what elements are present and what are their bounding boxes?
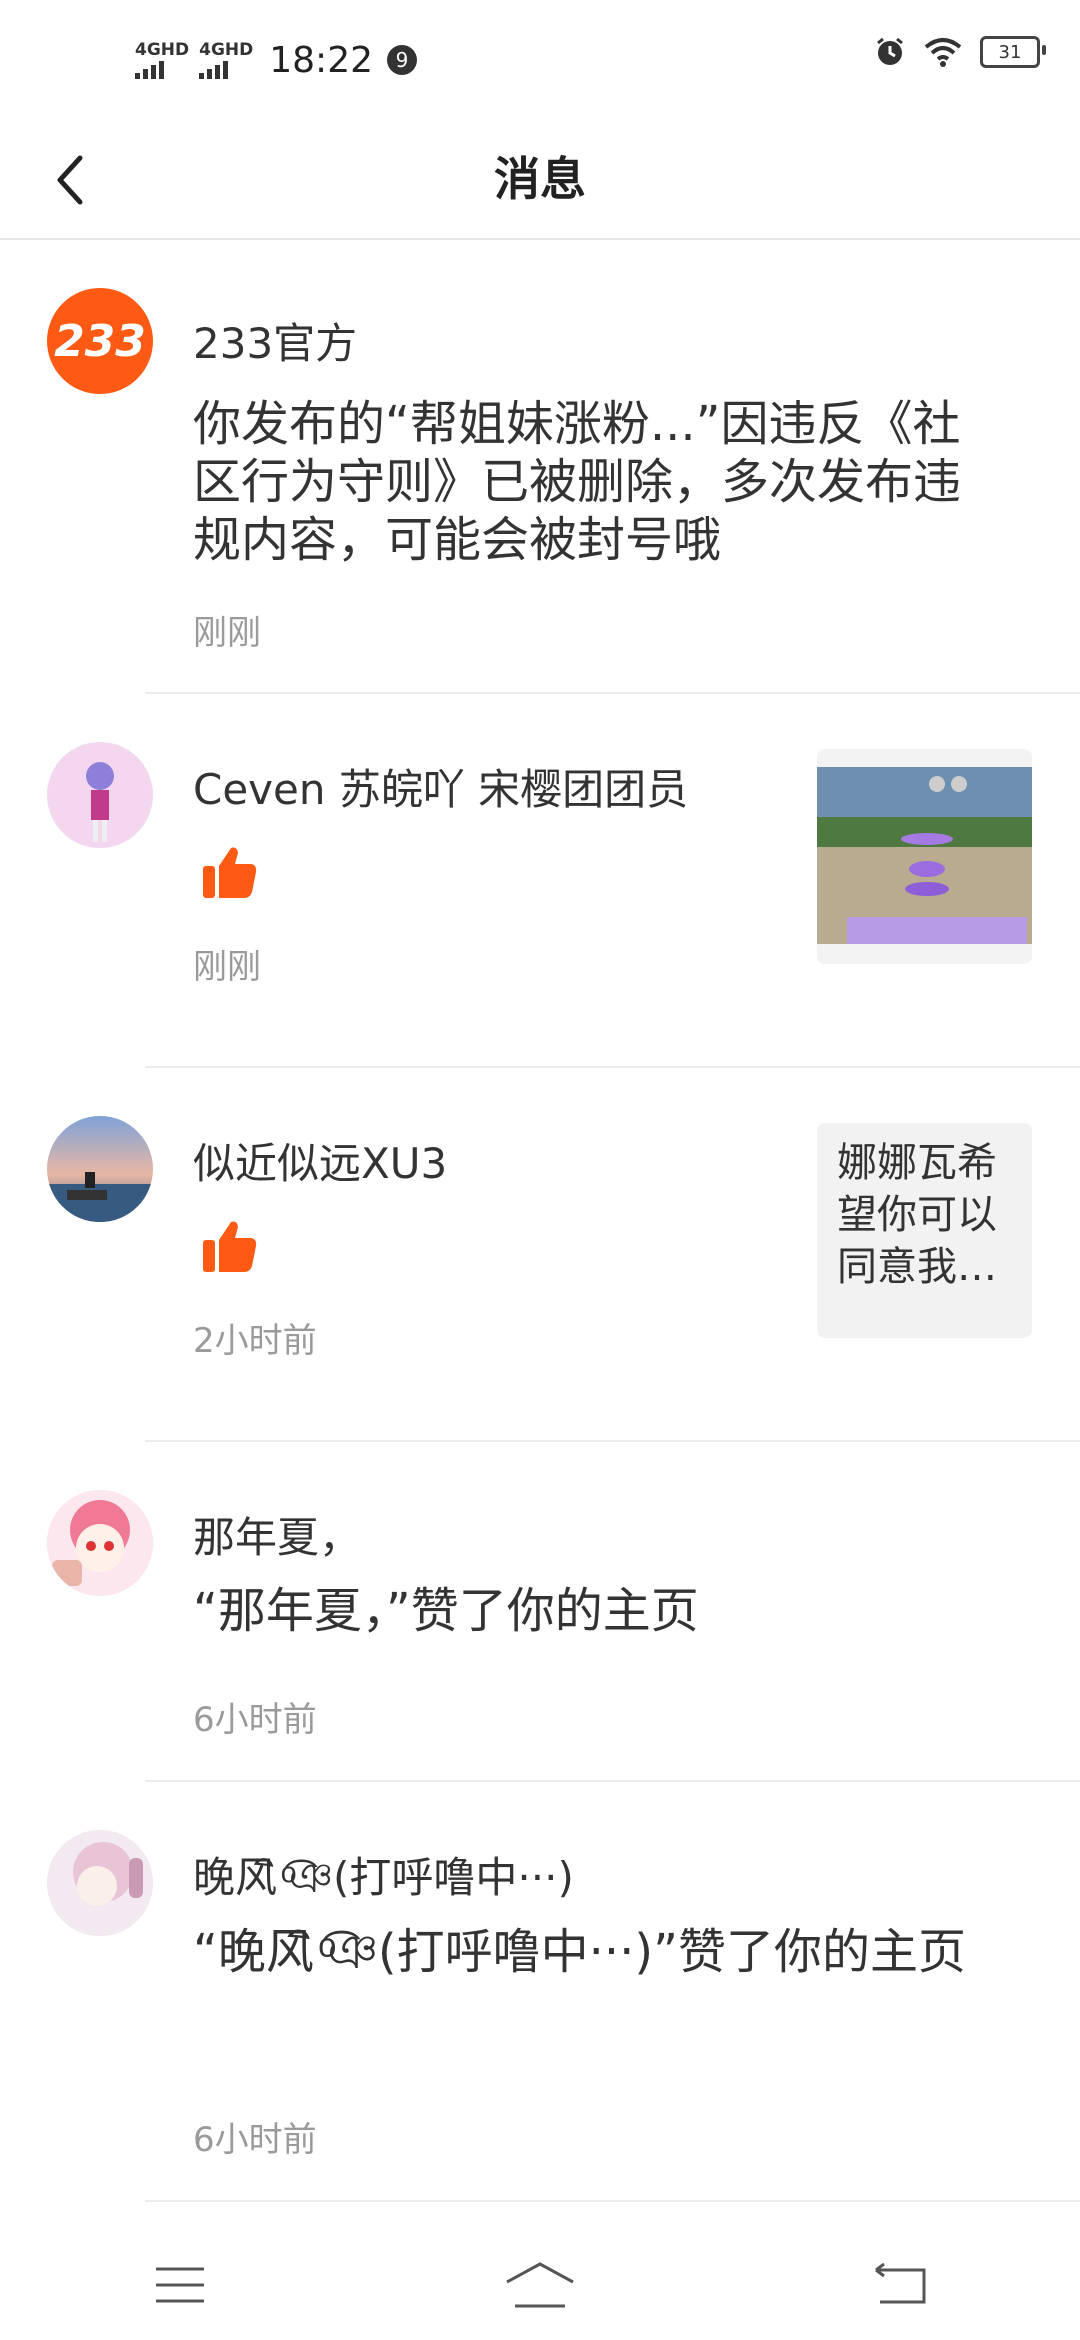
back-nav-button[interactable]	[855, 2250, 945, 2320]
message-time: 刚刚	[193, 613, 261, 653]
message-time: 2小时前	[193, 1321, 317, 1361]
thumbs-up-icon	[203, 1221, 257, 1272]
list-item[interactable]: 233 233官方 你发布的“帮姐妹涨粉...”因违反《社区行为守则》已被删除，…	[47, 240, 1080, 694]
list-item[interactable]: 似近似远XU3 2小时前 娜娜瓦希望你可以同意我…	[47, 1068, 1080, 1442]
message-time: 6小时前	[193, 1700, 317, 1740]
avatar[interactable]	[47, 1490, 153, 1596]
message-content: “那年夏，”赞了你的主页	[193, 1583, 699, 1639]
thumbs-up-icon	[203, 847, 257, 898]
comment-preview[interactable]: 娜娜瓦希望你可以同意我…	[817, 1123, 1032, 1338]
chevron-left-icon	[57, 155, 83, 205]
back-arrow-icon	[875, 2262, 926, 2304]
sender-name: 晚风ิ ͦ͡ঞ(打呼噜中···)	[193, 1853, 574, 1902]
signal-indicator-1: 4GHD	[135, 41, 189, 79]
signal-indicator-2: 4GHD	[199, 41, 253, 79]
message-list: 233 233官方 你发布的“帮姐妹涨粉...”因违反《社区行为守则》已被删除，…	[0, 240, 1080, 2202]
page-title: 消息	[494, 152, 586, 206]
sender-name: 233官方	[193, 319, 358, 368]
menu-icon	[156, 2267, 204, 2303]
sender-name: 那年夏，	[193, 1513, 362, 1562]
back-button[interactable]	[50, 140, 130, 220]
message-content: “晚风ิ ͦ͡ঞ(打呼噜中···)”赞了你的主页	[193, 1924, 966, 1980]
menu-button[interactable]	[135, 2250, 225, 2320]
list-item[interactable]: 那年夏， “那年夏，”赞了你的主页 6小时前	[47, 1442, 1080, 1782]
system-navigation-bar	[0, 2230, 1080, 2340]
header: 消息	[0, 120, 1080, 240]
avatar[interactable]: 233	[47, 288, 153, 394]
post-thumbnail[interactable]	[817, 749, 1032, 964]
status-time: 18:22	[269, 39, 373, 81]
alarm-icon	[877, 37, 903, 65]
message-content: 你发布的“帮姐妹涨粉...”因违反《社区行为守则》已被删除，多次发布违规内容，可…	[193, 396, 962, 568]
wifi-icon	[924, 38, 962, 67]
list-item[interactable]: 晚风ิ ͦ͡ঞ(打呼噜中···) “晚风ิ ͦ͡ঞ(打呼噜中···)”赞了你的主…	[47, 1782, 1080, 2202]
message-time: 6小时前	[193, 2120, 317, 2160]
sender-name: Ceven 苏皖吖 宋樱团团员	[193, 765, 689, 814]
logo-text: 233	[54, 315, 146, 367]
home-icon	[506, 2262, 574, 2308]
status-bar: 4GHD 4GHD 18:22 9 31	[0, 0, 1080, 120]
list-item[interactable]: Ceven 苏皖吖 宋樱团团员 刚刚	[47, 694, 1080, 1068]
message-time: 刚刚	[193, 947, 261, 987]
avatar[interactable]	[47, 1830, 153, 1936]
battery-icon: 31	[980, 36, 1046, 68]
sender-name: 似近似远XU3	[193, 1139, 448, 1188]
avatar[interactable]	[47, 1116, 153, 1222]
notification-badge: 9	[387, 45, 417, 75]
home-button[interactable]	[495, 2250, 585, 2320]
avatar[interactable]	[47, 742, 153, 848]
